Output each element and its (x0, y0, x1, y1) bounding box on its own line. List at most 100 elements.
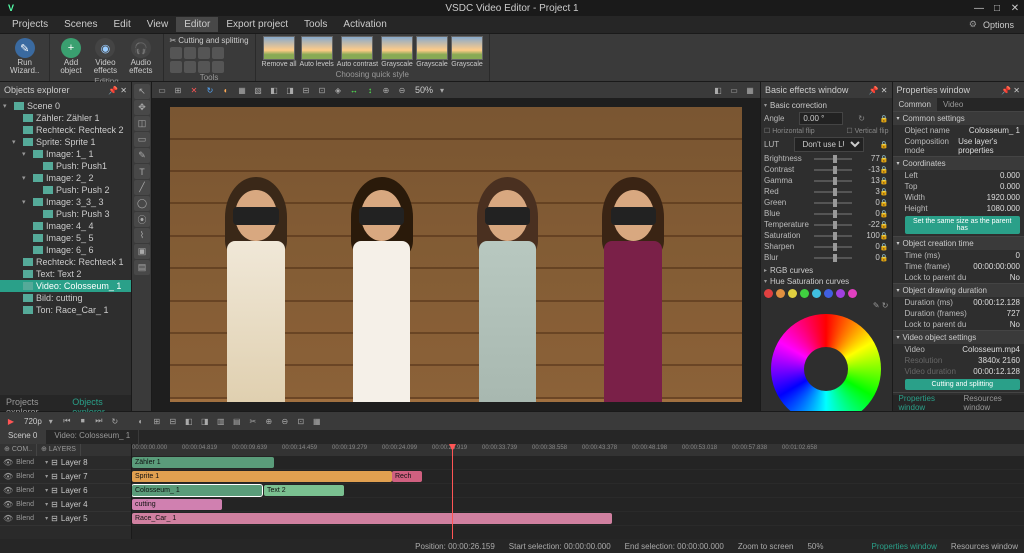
property-row[interactable]: Left0.000 (893, 170, 1024, 181)
style-thumb[interactable]: Remove all (262, 36, 297, 68)
tool-chart[interactable]: ▤ (134, 260, 150, 275)
maximize-button[interactable]: □ (988, 0, 1006, 16)
minimize-button[interactable]: — (970, 0, 988, 16)
style-thumb[interactable]: Grayscale (416, 36, 448, 68)
slider-red[interactable]: Red3🔒 (764, 187, 889, 196)
timeline-clip[interactable]: cutting (132, 499, 222, 510)
hue-sat-header[interactable]: Hue Saturation curves (770, 277, 849, 286)
tl-btn[interactable]: ▦ (310, 414, 324, 428)
tab-properties-window[interactable]: Properties window (893, 392, 958, 414)
tool-line[interactable]: ╱ (134, 180, 150, 195)
style-thumb[interactable]: Grayscale (381, 36, 413, 68)
slider-gamma[interactable]: Gamma13🔒 (764, 176, 889, 185)
menu-edit[interactable]: Edit (105, 17, 138, 32)
tl-prev-button[interactable]: ⏮ (60, 414, 74, 428)
property-row[interactable]: Time (ms)0 (893, 250, 1024, 261)
tab-resources-window[interactable]: Resources window (958, 392, 1024, 414)
tool-icon[interactable] (198, 47, 210, 59)
cutting-splitting-button[interactable]: ✂Cutting and splitting (170, 36, 249, 45)
status-tab-resources[interactable]: Resources window (951, 542, 1018, 551)
tree-item[interactable]: ▾Image: 1_ 1 (0, 148, 131, 160)
property-row[interactable]: Lock to parent duNo (893, 319, 1024, 330)
color-dot[interactable] (824, 289, 833, 298)
property-row[interactable]: Height1080.000 (893, 203, 1024, 214)
tl-tab-video[interactable]: Video: Colosseum_ 1 (46, 430, 139, 444)
zoom-level[interactable]: 50% (415, 85, 433, 95)
tool-rect[interactable]: ▭ (134, 132, 150, 147)
tl-btn[interactable]: ◐ (134, 414, 148, 428)
add-object-button[interactable]: + Add object (56, 36, 85, 77)
property-row[interactable]: Video duration00:00:12.128 (893, 366, 1024, 377)
tree-item[interactable]: Zähler: Zähler 1 (0, 112, 131, 124)
color-dot[interactable] (812, 289, 821, 298)
tool-pointer[interactable]: ↖ (134, 84, 150, 99)
tool-icon[interactable] (170, 61, 182, 73)
lock-icon[interactable]: 🔒 (880, 115, 889, 123)
tl-btn[interactable]: ⊕ (262, 414, 276, 428)
slider-saturation[interactable]: Saturation100🔒 (764, 231, 889, 240)
tree-item[interactable]: Video: Colosseum_ 1 (0, 280, 131, 292)
timeline-clip[interactable]: Rech (392, 471, 422, 482)
timeline-clip[interactable]: Zähler 1 (132, 457, 274, 468)
color-dot[interactable] (836, 289, 845, 298)
style-thumb[interactable]: Auto levels (300, 36, 334, 68)
property-action-button[interactable]: Set the same size as the parent has (905, 216, 1021, 234)
playhead[interactable] (452, 444, 453, 539)
prop-group-header[interactable]: ▾Common settings (893, 112, 1024, 125)
pin-icon[interactable]: 📌 ✕ (869, 86, 888, 95)
hue-color-selector[interactable] (764, 289, 889, 298)
track-row[interactable]: Sprite 1Rech (132, 470, 1024, 484)
pencil-icon[interactable]: ✎ (873, 301, 880, 310)
track-row[interactable]: cutting (132, 498, 1024, 512)
tl-btn[interactable]: ⊞ (150, 414, 164, 428)
pin-icon[interactable]: 📌 ✕ (1001, 86, 1020, 95)
property-row[interactable]: VideoColosseum.mp4 (893, 344, 1024, 355)
pv-btn[interactable]: ⊞ (171, 84, 185, 97)
angle-input[interactable] (799, 112, 843, 125)
pv-btn[interactable]: ↔ (347, 84, 361, 97)
pv-btn[interactable]: ⊡ (315, 84, 329, 97)
slider-blur[interactable]: Blur0🔒 (764, 253, 889, 262)
tl-stop-button[interactable]: ⏹ (76, 414, 90, 428)
timeline-clip[interactable]: Text 2 (264, 485, 344, 496)
style-thumb[interactable]: Grayscale (451, 36, 483, 68)
property-row[interactable]: Lock to parent duNo (893, 272, 1024, 283)
tree-item[interactable]: Image: 5_ 5 (0, 232, 131, 244)
color-dot[interactable] (848, 289, 857, 298)
tl-btn[interactable]: ⊟ (166, 414, 180, 428)
menu-scenes[interactable]: Scenes (56, 17, 105, 32)
slider-sharpen[interactable]: Sharpen0🔒 (764, 242, 889, 251)
layer-row[interactable]: 👁Blend▾⊟Layer 8 (0, 456, 131, 470)
tl-loop-button[interactable]: ↻ (108, 414, 122, 428)
menu-view[interactable]: View (139, 17, 177, 32)
pv-btn[interactable]: ◨ (283, 84, 297, 97)
tl-btn[interactable]: ▤ (230, 414, 244, 428)
track-row[interactable]: Race_Car_ 1 (132, 512, 1024, 526)
options-button[interactable]: Options (983, 20, 1014, 30)
property-row[interactable]: Width1920.000 (893, 192, 1024, 203)
track-row[interactable]: Colosseum_ 1Text 2 (132, 484, 1024, 498)
menu-export[interactable]: Export project (218, 17, 296, 32)
tool-icon[interactable] (184, 61, 196, 73)
property-row[interactable]: Composition modeUse layer's properties (893, 136, 1024, 156)
timeline-clip[interactable]: Race_Car_ 1 (132, 513, 612, 524)
tree-item[interactable]: ▾Image: 2_ 2 (0, 172, 131, 184)
prop-group-header[interactable]: ▾Coordinates (893, 157, 1024, 170)
tool-icon[interactable] (212, 47, 224, 59)
property-row[interactable]: Duration (ms)00:00:12.128 (893, 297, 1024, 308)
tl-btn[interactable]: ◧ (182, 414, 196, 428)
tl-btn[interactable]: ▥ (214, 414, 228, 428)
options-gear-icon[interactable]: ⚙ (969, 19, 977, 30)
tl-tab-scene[interactable]: Scene 0 (0, 430, 46, 444)
prop-group-header[interactable]: ▾Video object settings (893, 331, 1024, 344)
pv-btn[interactable]: ↻ (203, 84, 217, 97)
run-wizard-button[interactable]: ✎ Run Wizard.. (6, 36, 43, 77)
preview-canvas[interactable] (152, 98, 760, 411)
pv-btn[interactable]: ◧ (267, 84, 281, 97)
status-tab-properties[interactable]: Properties window (871, 542, 936, 551)
layer-row[interactable]: 👁Blend▾⊟Layer 7 (0, 470, 131, 484)
color-dot[interactable] (800, 289, 809, 298)
tl-btn[interactable]: ⊡ (294, 414, 308, 428)
tool-icon[interactable] (212, 61, 224, 73)
tree-item[interactable]: ▾Scene 0 (0, 100, 131, 112)
